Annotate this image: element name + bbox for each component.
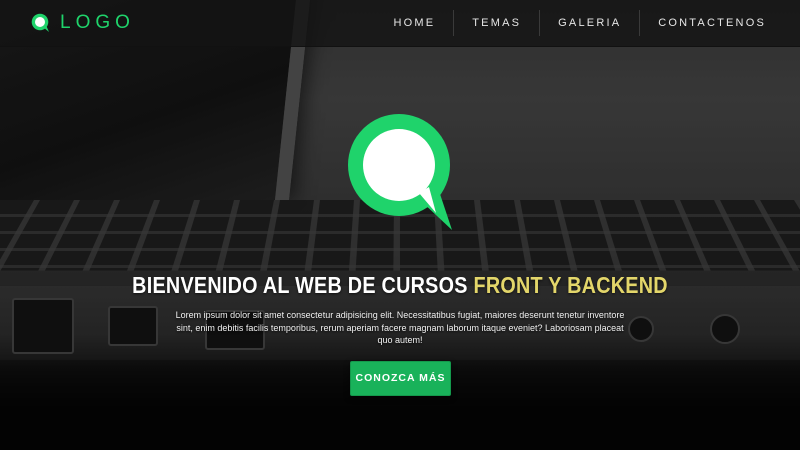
navbar: LOGO HOME TEMAS GALERIA CONTACTENOS xyxy=(0,0,800,47)
conozca-mas-button[interactable]: CONOZCA MÁS xyxy=(350,361,451,396)
hero-description: Lorem ipsum dolor sit amet consectetur a… xyxy=(175,310,625,345)
nav-item-home[interactable]: HOME xyxy=(375,10,453,36)
nav-item-temas[interactable]: TEMAS xyxy=(453,10,539,36)
hero-title-accent: FRONT Y BACKEND xyxy=(473,272,668,298)
hero-chat-bubble-icon xyxy=(347,113,455,231)
chat-bubble-icon xyxy=(30,12,52,34)
brand-text: LOGO xyxy=(60,12,135,33)
nav-item-galeria[interactable]: GALERIA xyxy=(539,10,639,36)
nav-item-contactenos[interactable]: CONTACTENOS xyxy=(639,10,784,36)
main-nav: HOME TEMAS GALERIA CONTACTENOS xyxy=(375,0,784,47)
hero-title: BIENVENIDO AL WEB DE CURSOS FRONT Y BACK… xyxy=(56,272,744,299)
hero-title-main: BIENVENIDO AL WEB DE CURSOS xyxy=(132,272,474,298)
brand-logo[interactable]: LOGO xyxy=(30,0,135,47)
